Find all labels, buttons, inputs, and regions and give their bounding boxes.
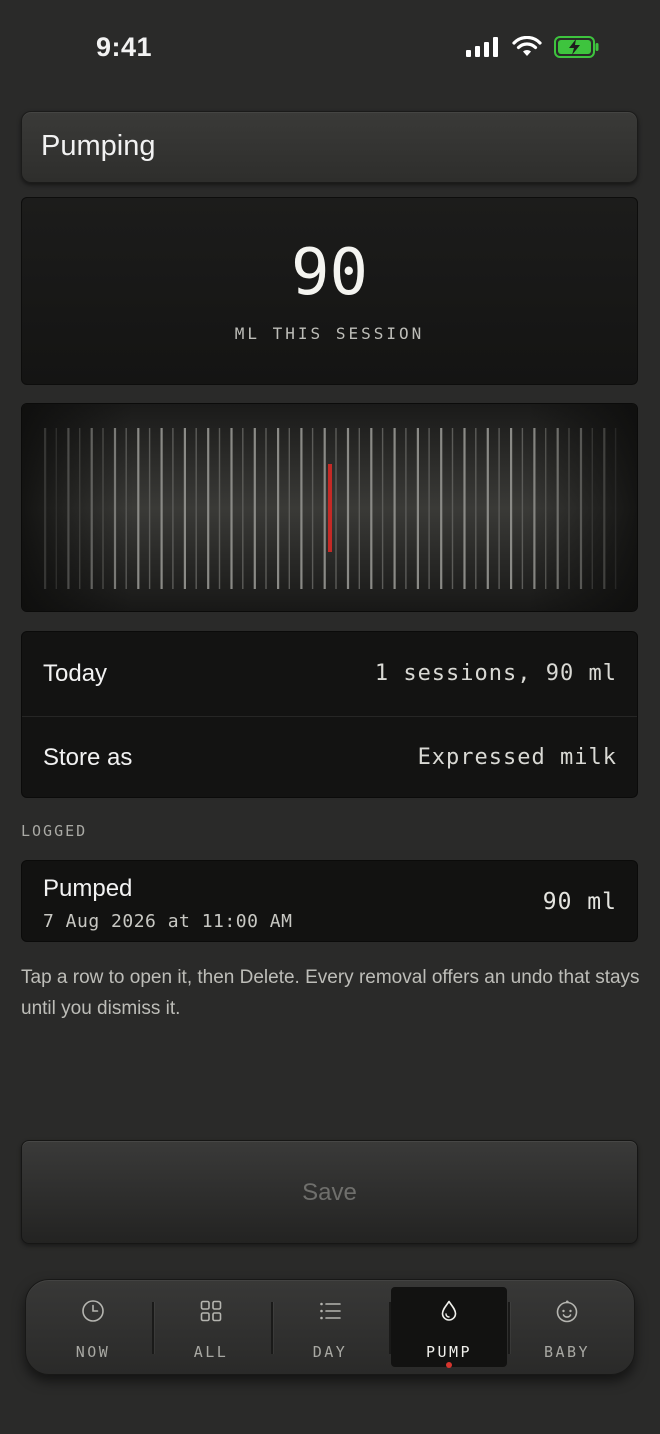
page-title: Pumping	[41, 130, 156, 162]
list-icon	[320, 1302, 341, 1320]
volume-dial[interactable]	[21, 403, 638, 612]
clock-icon	[82, 1300, 104, 1322]
tab-all-label: ALL	[193, 1343, 229, 1361]
dial-indicator	[328, 464, 332, 552]
wifi-icon	[512, 36, 542, 56]
session-readout: 90 ML THIS SESSION	[21, 197, 638, 385]
status-time: 9:41	[96, 32, 153, 62]
settings-card: Today 1 sessions, 90 ml Store as Express…	[21, 631, 638, 798]
log-entry-title: Pumped	[43, 875, 133, 902]
cellular-signal-icon	[466, 37, 498, 57]
tab-all[interactable]: ALL	[153, 1287, 269, 1367]
store-as-row[interactable]: Store as Expressed milk	[22, 716, 637, 800]
session-volume-value: 90	[290, 236, 369, 310]
today-label: Today	[43, 660, 108, 687]
save-button[interactable]: Save	[21, 1140, 638, 1244]
today-row[interactable]: Today 1 sessions, 90 ml	[22, 632, 637, 717]
store-as-value: Expressed milk	[417, 745, 617, 770]
tab-now[interactable]: NOW	[35, 1287, 151, 1367]
baby-face-icon	[556, 1300, 578, 1323]
today-value: 1 sessions, 90 ml	[374, 661, 617, 686]
droplet-icon	[441, 1300, 457, 1321]
grid-icon	[200, 1300, 222, 1322]
help-text: Tap a row to open it, then Delete. Every…	[21, 967, 640, 1019]
tab-day-label: DAY	[312, 1343, 348, 1361]
session-volume-unit: ML THIS SESSION	[234, 324, 425, 343]
header-bar: Pumping	[21, 111, 638, 183]
battery-charging-icon	[554, 36, 599, 58]
volume-dial-ticks[interactable]	[22, 404, 638, 612]
status-bar: 9:41	[0, 0, 660, 96]
tab-day[interactable]: DAY	[272, 1287, 388, 1367]
log-entry-volume: 90 ml	[542, 889, 617, 915]
log-entry-date: 7 Aug 2026 at 11:00 AM	[43, 911, 293, 932]
tab-bar: NOW ALL DAY PUMP BABY	[25, 1279, 635, 1375]
tab-pump[interactable]: PUMP	[391, 1287, 507, 1368]
status-icons	[466, 36, 600, 58]
active-tab-indicator	[446, 1362, 452, 1368]
store-as-label: Store as	[43, 744, 133, 771]
log-entry-row[interactable]: Pumped 7 Aug 2026 at 11:00 AM 90 ml	[21, 860, 638, 942]
save-label: Save	[302, 1179, 357, 1206]
logged-section-label: LOGGED	[21, 822, 88, 840]
tab-pump-label: PUMP	[425, 1343, 473, 1361]
tab-baby-label: BABY	[543, 1343, 591, 1361]
tab-now-label: NOW	[75, 1343, 111, 1361]
tab-baby[interactable]: BABY	[509, 1287, 625, 1367]
